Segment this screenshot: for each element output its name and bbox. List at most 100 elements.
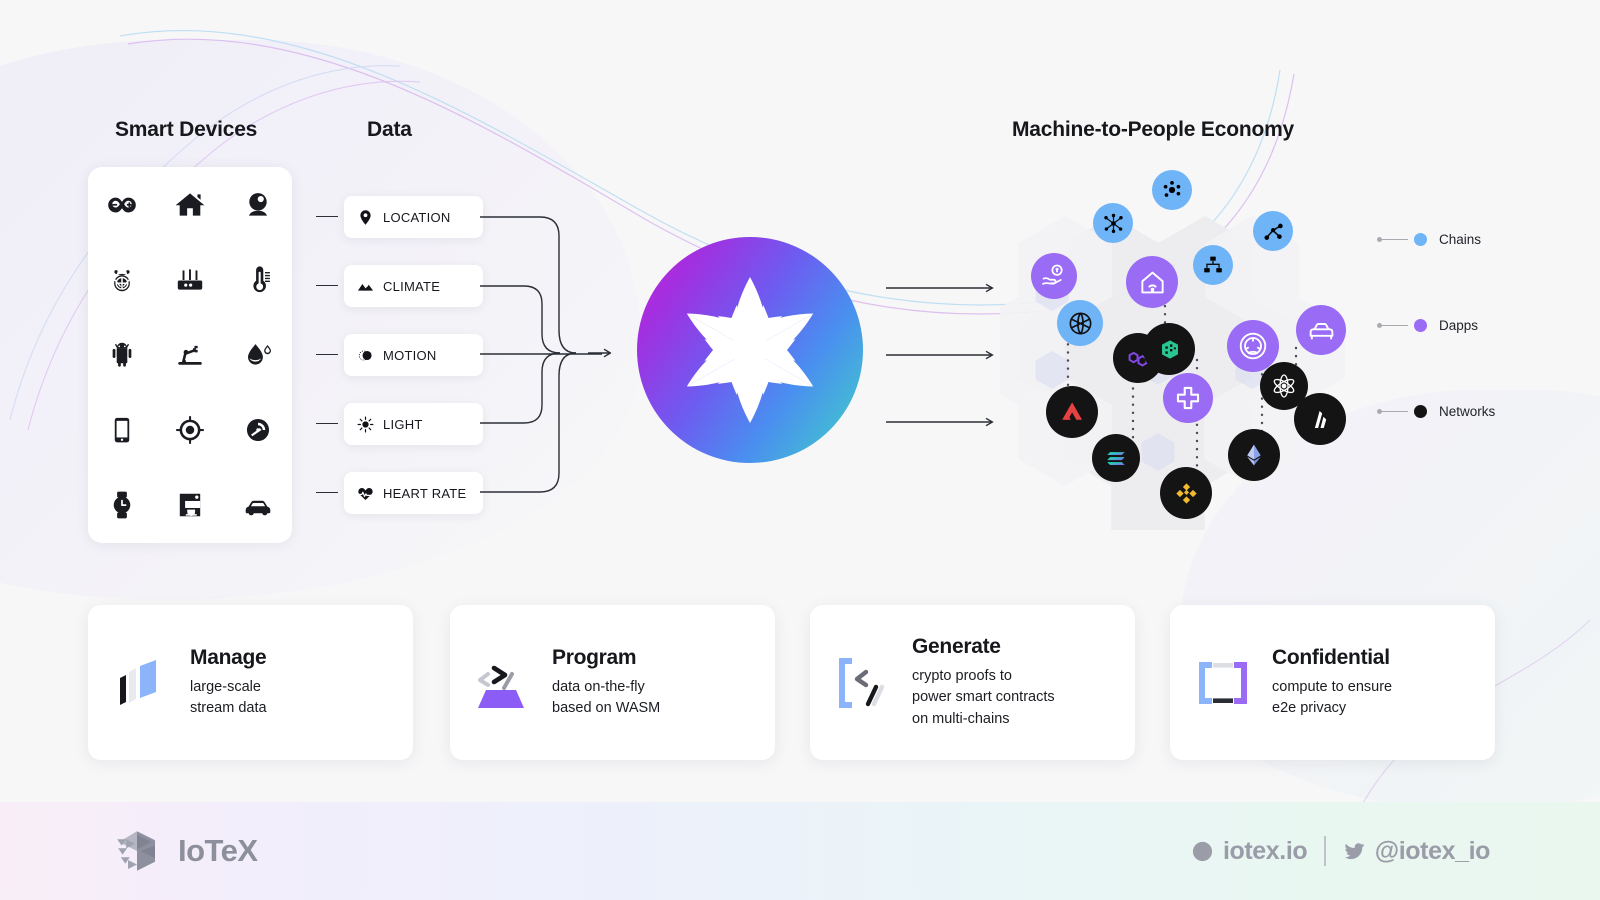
- globe-grid-icon: [1069, 312, 1091, 334]
- machine-to-people-cluster: [1000, 170, 1360, 530]
- heart-pulse-icon: [357, 485, 374, 502]
- brand-lockup: IoTeX: [110, 824, 258, 878]
- avalanche-icon: [1062, 402, 1083, 420]
- feature-card-title: Confidential: [1272, 645, 1390, 669]
- network-tree-icon: [1204, 256, 1222, 273]
- feature-card-confidential[interactable]: Confidential compute to ensure e2e priva…: [1170, 605, 1495, 760]
- defi-hand-icon: [1042, 264, 1063, 285]
- feature-card-desc: data on-the-fly based on WASM: [552, 678, 661, 716]
- cluster-node-hub-spoke[interactable]: [1093, 203, 1133, 243]
- data-tag-location[interactable]: LOCATION: [344, 196, 483, 238]
- tag-stub: [316, 423, 338, 425]
- sun-icon: [357, 416, 374, 433]
- thermometer-icon: [236, 258, 280, 302]
- feature-card-desc: large-scale stream data: [190, 678, 267, 716]
- smartwatch-icon: [100, 483, 144, 527]
- tag-stub: [316, 216, 338, 218]
- twitter-label: @iotex_io: [1374, 836, 1491, 865]
- cluster-node-globe-grid[interactable]: [1057, 300, 1103, 346]
- mountains-icon: [357, 278, 374, 295]
- binance-icon: [1175, 482, 1197, 504]
- cluster-node-network-tree[interactable]: [1193, 245, 1233, 285]
- website-link[interactable]: iotex.io: [1191, 836, 1308, 866]
- robot-arm-icon: [168, 333, 212, 377]
- section-title-economy: Machine-to-People Economy: [1012, 118, 1295, 141]
- car-side-icon: [1309, 322, 1333, 339]
- cluster-node-chains-cluster[interactable]: [1152, 170, 1192, 210]
- infographic-canvas: Smart Devices Data Machine-to-People Eco…: [0, 0, 1600, 900]
- arduino-icon: [100, 183, 144, 227]
- raspberry-pi-icon: [100, 258, 144, 302]
- arbitrum-icon: [1314, 410, 1326, 428]
- data-tag-heart-rate[interactable]: HEART RATE: [344, 472, 483, 514]
- graph-nodes-icon: [1263, 223, 1283, 240]
- legend-label: Dapps: [1439, 318, 1479, 333]
- feature-card-text: Generate crypto proofs to power smart co…: [912, 635, 1055, 729]
- cluster-node-smart-home[interactable]: [1126, 256, 1178, 308]
- tag-stub: [316, 492, 338, 494]
- smartphone-icon: [100, 408, 144, 452]
- cluster-node-solana[interactable]: [1092, 434, 1140, 482]
- cluster-node-healthcare[interactable]: [1163, 373, 1213, 423]
- hub-spoke-icon: [1103, 213, 1123, 233]
- cosmos-icon: [1273, 374, 1295, 398]
- section-title-data: Data: [367, 118, 412, 141]
- cluster-node-iotex[interactable]: [1143, 323, 1195, 375]
- code-wasm-icon: [472, 652, 534, 714]
- data-tag-label: LOCATION: [383, 209, 451, 225]
- privacy-brackets-icon: [1192, 652, 1254, 714]
- cluster-node-binance[interactable]: [1160, 467, 1212, 519]
- gauge-icon: [236, 408, 280, 452]
- cluster-node-arbitrum[interactable]: [1294, 393, 1346, 445]
- android-icon: [100, 333, 144, 377]
- data-tag-label: HEART RATE: [383, 485, 467, 501]
- legend-label: Chains: [1439, 232, 1482, 247]
- iotex-flower-logo: [637, 237, 863, 463]
- data-tag-label: LIGHT: [383, 416, 423, 432]
- legend-line: [1382, 238, 1408, 241]
- brand-name: IoTeX: [178, 833, 258, 868]
- data-tag-light[interactable]: LIGHT: [344, 403, 483, 445]
- smart-devices-panel: [88, 167, 292, 543]
- motion-icon: [357, 347, 374, 364]
- gps-target-icon: [168, 408, 212, 452]
- map-pin-icon: [357, 209, 374, 226]
- feature-card-text: Program data on-the-fly based on WASM: [552, 646, 660, 719]
- feature-card-manage[interactable]: Manage large-scale stream data: [88, 605, 413, 760]
- data-tag-climate[interactable]: CLIMATE: [344, 265, 483, 307]
- feature-card-generate[interactable]: Generate crypto proofs to power smart co…: [810, 605, 1135, 760]
- ethereum-icon: [1247, 444, 1261, 466]
- flow-arrows-to-economy: [886, 283, 994, 427]
- solana-icon: [1106, 451, 1125, 465]
- cluster-node-avalanche[interactable]: [1046, 386, 1098, 438]
- twitter-link[interactable]: @iotex_io: [1343, 837, 1490, 866]
- car-icon: [236, 483, 280, 527]
- feature-card-desc: compute to ensure e2e privacy: [1272, 678, 1393, 716]
- cluster-node-graph[interactable]: [1253, 211, 1293, 251]
- steering-wheel-icon: [1239, 332, 1267, 360]
- water-drop-icon: [236, 333, 280, 377]
- feature-card-title: Manage: [190, 645, 267, 669]
- legend-swatch-dapps: [1414, 319, 1427, 332]
- smart-home-icon: [1140, 271, 1164, 293]
- feature-card-desc: crypto proofs to power smart contracts o…: [912, 668, 1055, 727]
- router-icon: [168, 258, 212, 302]
- cluster-node-vehicle[interactable]: [1296, 305, 1346, 355]
- feature-card-title: Generate: [912, 635, 1001, 659]
- data-tag-label: MOTION: [383, 347, 437, 363]
- footer-social: iotex.io @iotex_io: [1191, 836, 1490, 866]
- twitter-bird-icon: [1344, 842, 1365, 859]
- feature-card-program[interactable]: Program data on-the-fly based on WASM: [450, 605, 775, 760]
- cluster-node-ethereum[interactable]: [1228, 429, 1280, 481]
- data-tag-label: CLIMATE: [383, 278, 441, 294]
- tag-stub: [316, 285, 338, 287]
- cluster-node-defi[interactable]: [1031, 253, 1077, 299]
- footer-separator: [1324, 836, 1326, 866]
- legend-swatch-chains: [1414, 233, 1427, 246]
- tag-stub: [316, 354, 338, 356]
- legend-swatch-networks: [1414, 405, 1427, 418]
- legend-item-dapps: Dapps: [1377, 318, 1478, 333]
- feature-card-text: Manage large-scale stream data: [190, 646, 267, 719]
- data-tag-motion[interactable]: MOTION: [344, 334, 483, 376]
- website-label: iotex.io: [1222, 836, 1308, 865]
